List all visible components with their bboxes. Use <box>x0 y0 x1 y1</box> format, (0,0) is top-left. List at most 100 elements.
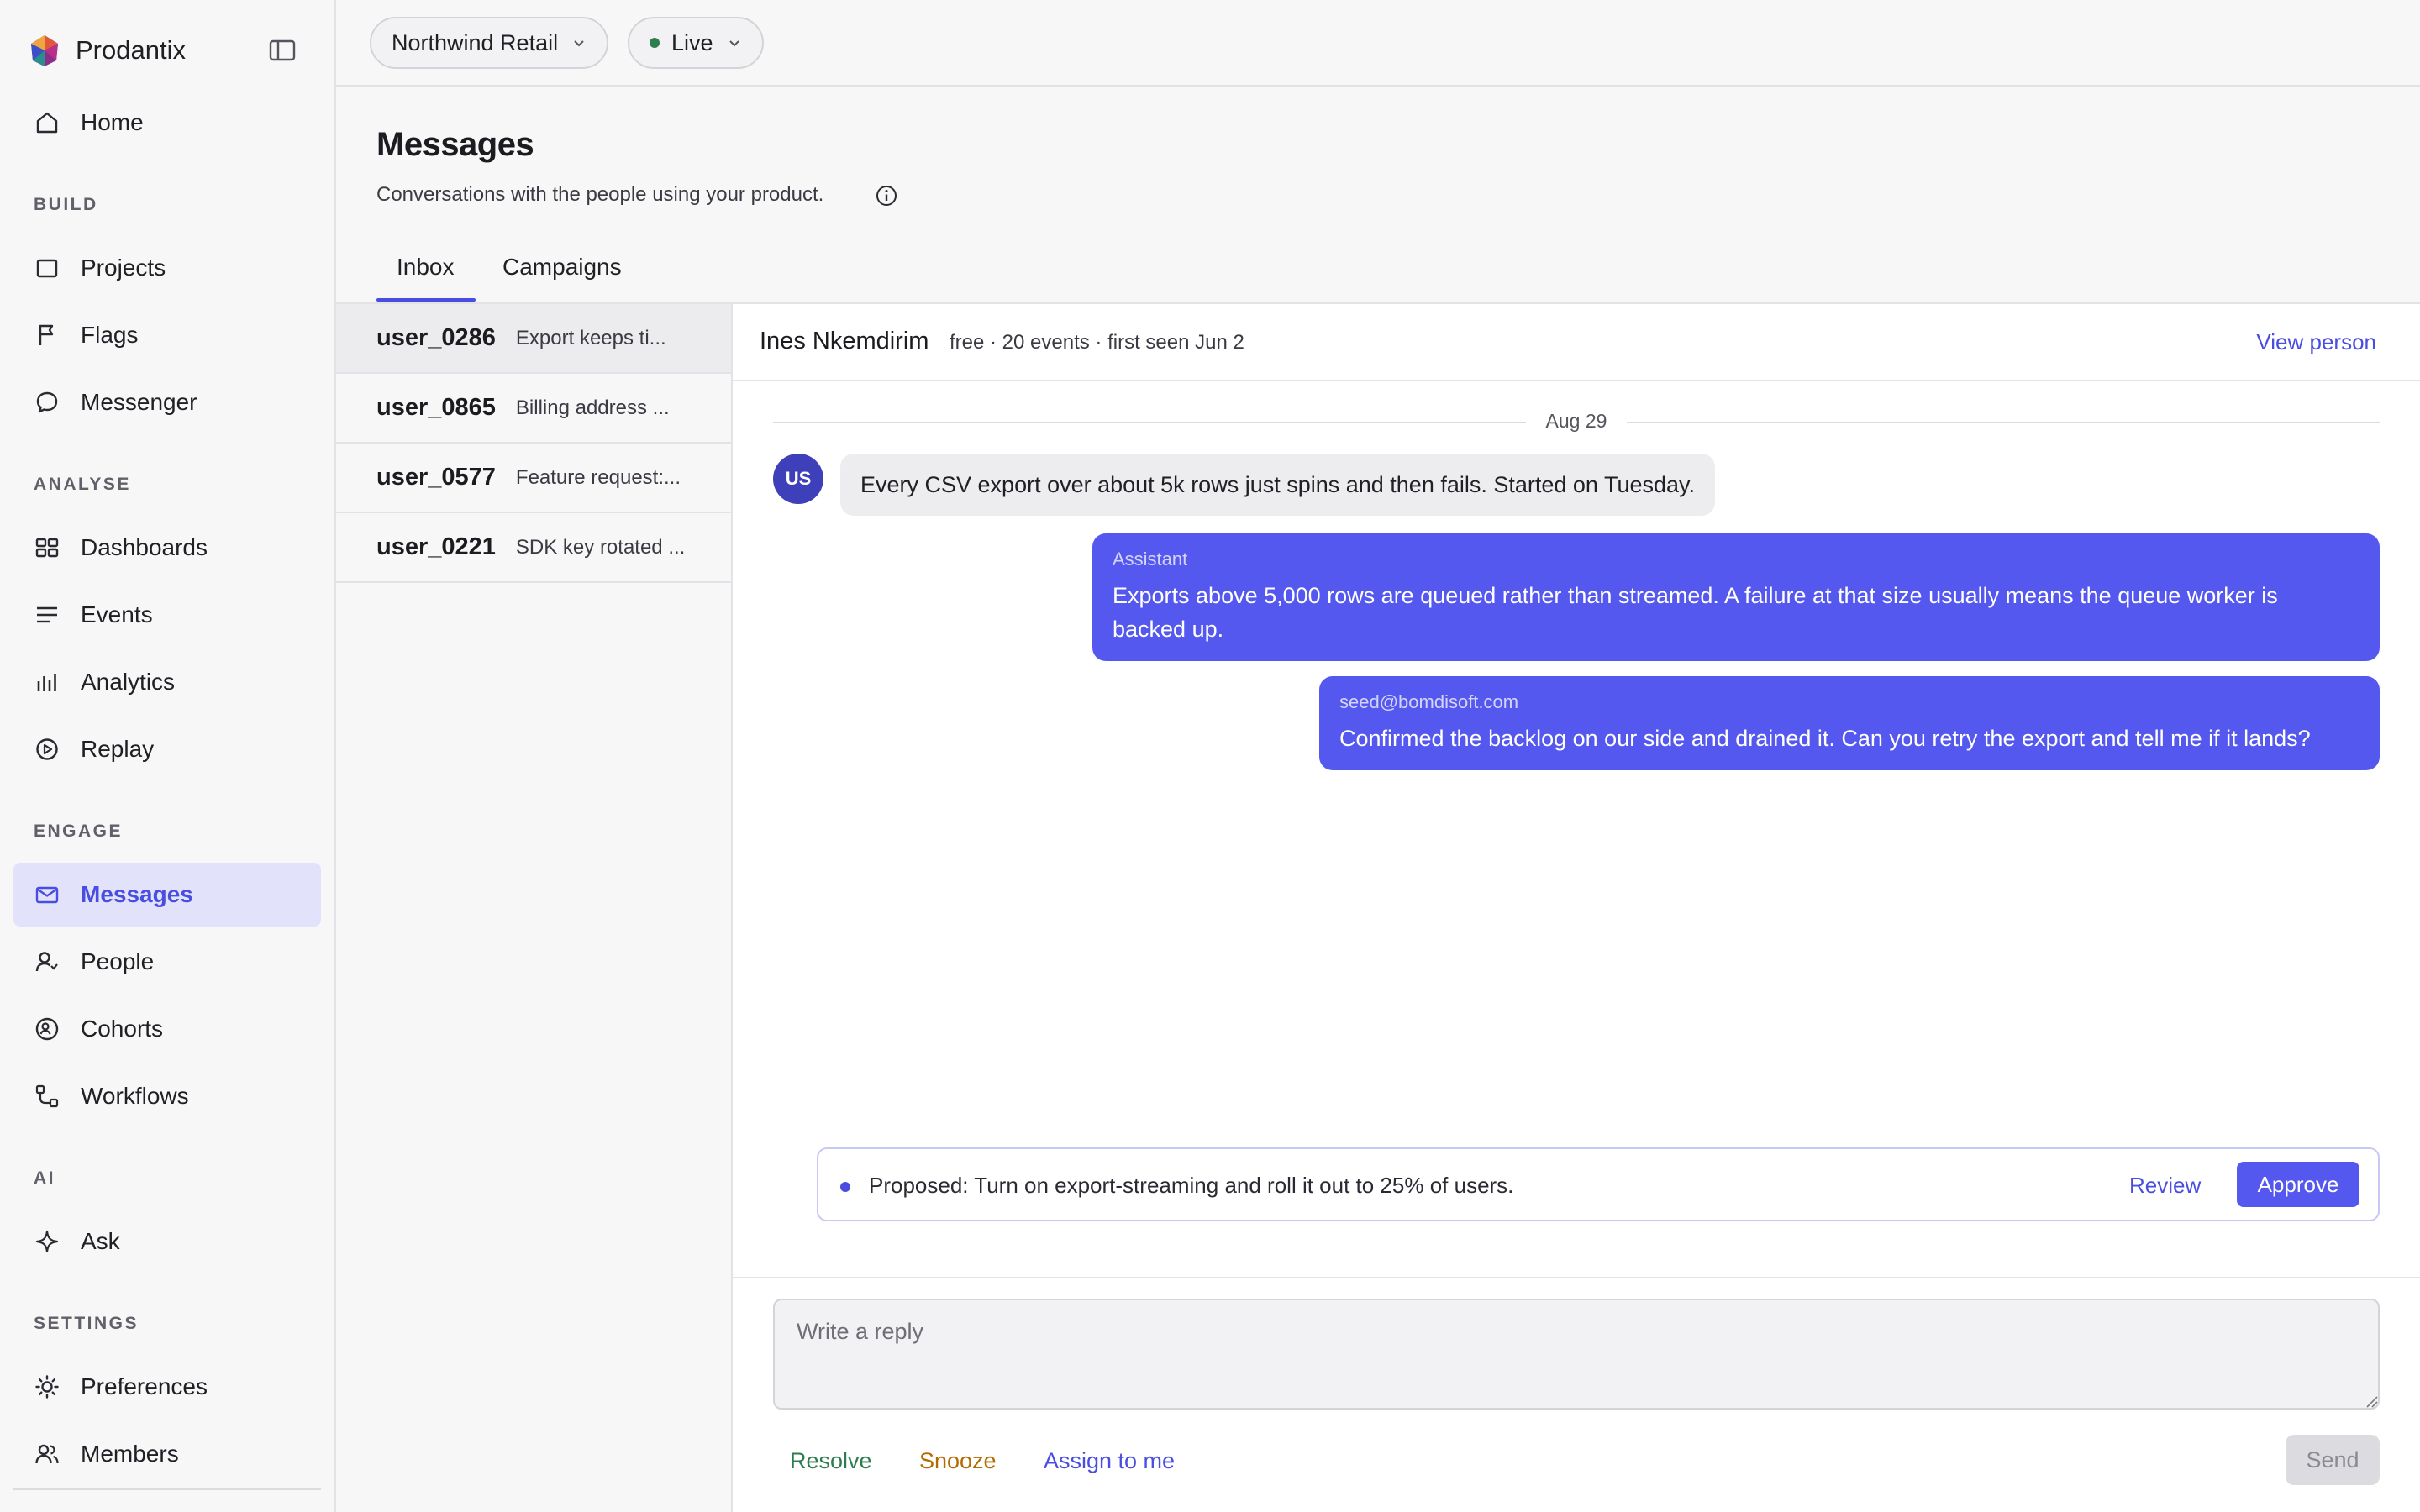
play-circle-icon <box>36 738 58 760</box>
sidebar: Prodantix Home BUILD Projects Flags Mess… <box>0 0 336 1512</box>
sidebar-item-messages[interactable]: Messages <box>13 863 321 927</box>
conversation-list: user_0286 Export keeps ti... user_0865 B… <box>336 304 733 1512</box>
environment-name: Live <box>671 29 713 55</box>
cohort-icon <box>35 1017 59 1041</box>
sparkle-icon <box>35 1230 59 1253</box>
message-body: Confirmed the backlog on our side and dr… <box>1339 726 2311 751</box>
section-label-ai: AI <box>34 1168 55 1188</box>
section-label-settings: SETTINGS <box>34 1314 139 1333</box>
proposal-indicator-dot <box>840 1182 850 1192</box>
sidebar-item-label: Projects <box>81 255 166 281</box>
conversation-preview: Export keeps ti... <box>515 326 666 349</box>
assistant-message: Assistant Exports above 5,000 rows are q… <box>1092 533 2380 661</box>
info-icon[interactable] <box>874 183 899 208</box>
review-button[interactable]: Review <box>2129 1173 2201 1199</box>
conversation-user: user_0286 <box>376 324 496 351</box>
page-title: Messages <box>376 126 534 163</box>
flag-icon <box>39 324 54 345</box>
chat-bubble-icon <box>36 391 58 413</box>
section-label-analyse: ANALYSE <box>34 475 131 494</box>
sidebar-item-home[interactable]: Home <box>13 91 321 155</box>
sidebar-item-label: Messages <box>81 881 193 907</box>
conversation-item[interactable]: user_0577 Feature request:... <box>336 444 731 513</box>
message-body-line: Exports above 5,000 rows are queued rath… <box>1113 583 2278 608</box>
day-label: Aug 29 <box>1545 410 1607 432</box>
sidebar-item-preferences[interactable]: Preferences <box>13 1355 321 1419</box>
sidebar-item-members[interactable]: Members <box>13 1422 321 1486</box>
top-bar: Northwind Retail Live <box>336 0 2420 87</box>
conversation-preview: Feature request:... <box>515 465 681 489</box>
sidebar-item-workflows[interactable]: Workflows <box>13 1064 321 1128</box>
members-icon <box>35 1444 59 1464</box>
sidebar-item-label: Preferences <box>81 1373 208 1399</box>
sidebar-item-dashboards[interactable]: Dashboards <box>13 516 321 580</box>
sidebar-item-label: Events <box>81 601 153 627</box>
resize-handle-icon[interactable] <box>2365 1394 2378 1408</box>
proposal-text: Proposed: Turn on export-streaming and r… <box>869 1173 1514 1198</box>
sidebar-item-label: Home <box>81 109 144 135</box>
conversation-thread: Ines Nkemdirim free · 20 events · first … <box>733 304 2420 1512</box>
sidebar-item-replay[interactable]: Replay <box>13 717 321 781</box>
sidebar-item-label: Analytics <box>81 669 176 695</box>
sidebar-item-cohorts[interactable]: Cohorts <box>13 997 321 1061</box>
brand[interactable]: Prodantix <box>27 32 186 69</box>
resolve-button[interactable]: Resolve <box>790 1448 872 1474</box>
workspace-name: Northwind Retail <box>392 29 559 55</box>
assign-to-me-button[interactable]: Assign to me <box>1044 1448 1175 1474</box>
message-body-line: backed up. <box>1113 617 1224 642</box>
sidebar-item-label: Workflows <box>81 1083 189 1109</box>
conversation-user: user_0865 <box>376 394 496 421</box>
chevron-down-icon <box>729 40 739 47</box>
composer-divider <box>733 1277 2420 1278</box>
sidebar-item-label: Messenger <box>81 389 197 415</box>
incoming-message: Every CSV export over about 5k rows just… <box>840 454 1716 516</box>
sidebar-item-events[interactable]: Events <box>13 583 321 647</box>
dashboard-icon <box>35 538 59 558</box>
snooze-button[interactable]: Snooze <box>919 1448 997 1474</box>
conversation-item[interactable]: user_0221 SDK key rotated ... <box>336 513 731 583</box>
section-label-engage: ENGAGE <box>34 822 124 841</box>
sidebar-item-ask[interactable]: Ask <box>13 1210 321 1273</box>
person-name: Ines Nkemdirim <box>760 328 929 354</box>
message-sender: seed@bomdisoft.com <box>1339 691 1519 712</box>
view-person-link[interactable]: View person <box>2256 329 2376 355</box>
conversation-preview: Billing address ... <box>515 396 670 419</box>
sidebar-item-messenger[interactable]: Messenger <box>13 370 321 434</box>
sidebar-item-flags[interactable]: Flags <box>13 303 321 367</box>
home-icon <box>36 112 58 134</box>
conversation-item[interactable]: user_0865 Billing address ... <box>336 374 731 444</box>
person-meta: free · 20 events · first seen Jun 2 <box>950 331 1244 354</box>
brand-logo-icon <box>31 35 58 66</box>
tab-campaigns[interactable]: Campaigns <box>502 254 622 281</box>
sidebar-item-analytics[interactable]: Analytics <box>13 650 321 714</box>
sidebar-item-label: Cohorts <box>81 1016 164 1042</box>
conversation-item[interactable]: user_0286 Export keeps ti... <box>336 304 731 374</box>
section-label-build: BUILD <box>34 195 98 214</box>
sidebar-toggle-icon[interactable] <box>267 35 297 66</box>
sidebar-item-label: Replay <box>81 736 155 762</box>
sun-icon <box>35 1375 59 1399</box>
person-icon <box>35 952 58 972</box>
conversation-preview: SDK key rotated ... <box>515 535 686 559</box>
reply-input[interactable] <box>773 1299 2380 1410</box>
proposal-card: Proposed: Turn on export-streaming and r… <box>817 1147 2380 1221</box>
sidebar-divider <box>13 1488 321 1490</box>
send-button[interactable]: Send <box>2286 1435 2380 1485</box>
sidebar-item-label: Ask <box>81 1228 120 1254</box>
thread-header: Ines Nkemdirim free · 20 events · first … <box>733 304 2420 381</box>
environment-selector[interactable]: Live <box>628 17 764 69</box>
sidebar-item-label: Flags <box>81 322 139 348</box>
sidebar-item-label: People <box>81 948 155 974</box>
approve-button[interactable]: Approve <box>2237 1162 2360 1207</box>
workflow-icon <box>35 1084 59 1108</box>
conversation-user: user_0577 <box>376 464 496 491</box>
sidebar-item-label: Dashboards <box>81 534 208 560</box>
tab-inbox[interactable]: Inbox <box>397 254 455 281</box>
workspace-selector[interactable]: Northwind Retail <box>370 17 609 69</box>
lines-icon <box>37 606 57 623</box>
page-subtitle: Conversations with the people using your… <box>376 183 824 206</box>
sidebar-item-people[interactable]: People <box>13 930 321 994</box>
avatar: US <box>773 454 823 504</box>
sidebar-item-label: Members <box>81 1441 179 1467</box>
sidebar-item-projects[interactable]: Projects <box>13 236 321 300</box>
